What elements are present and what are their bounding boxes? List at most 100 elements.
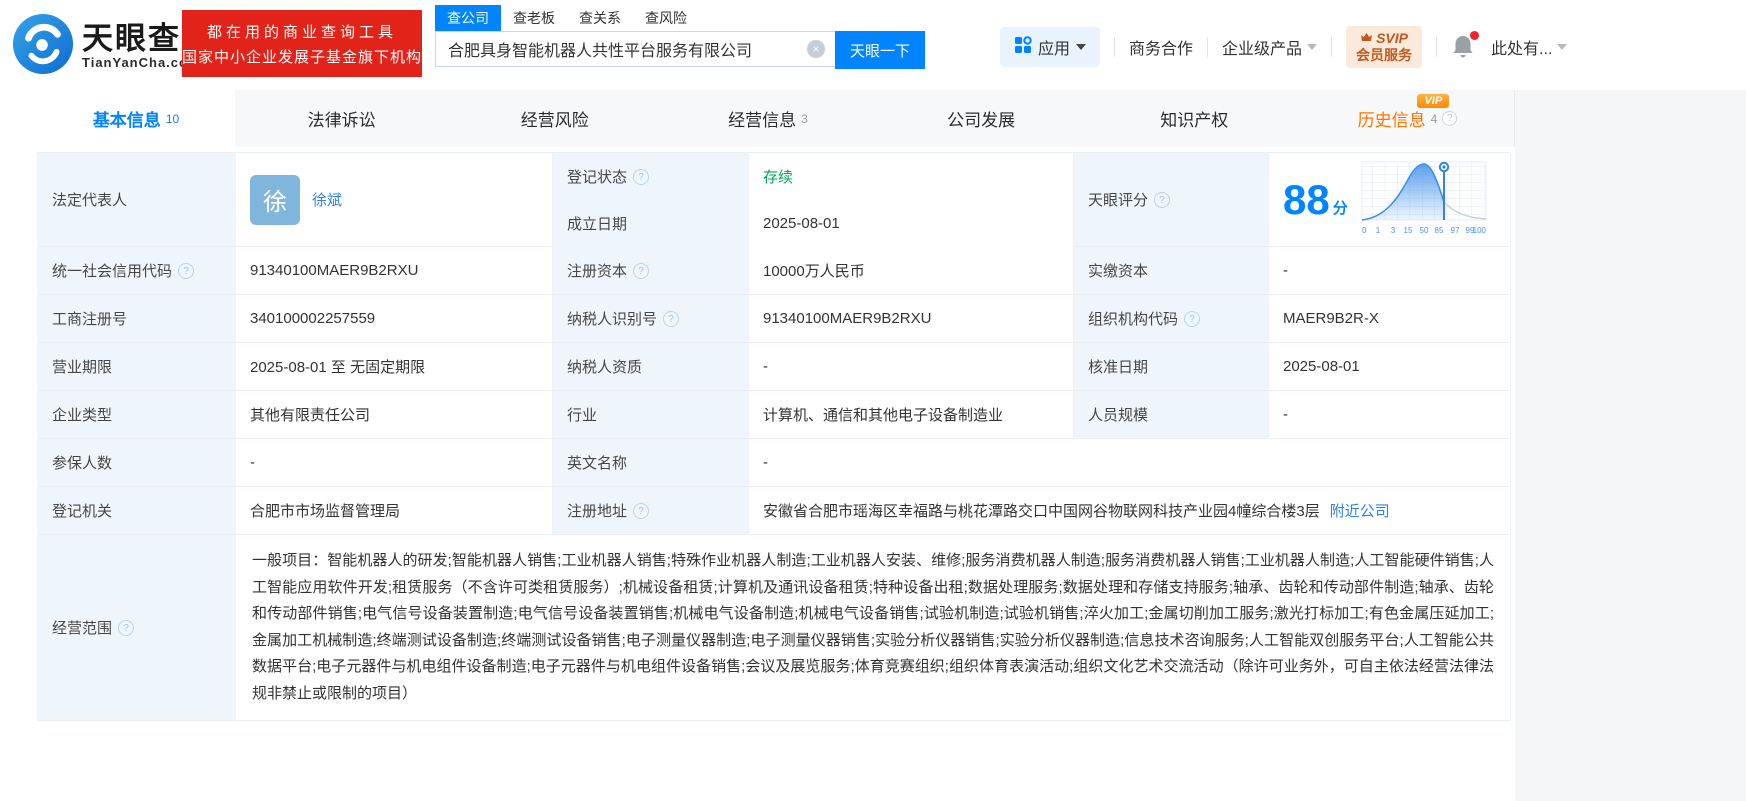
score-unit: 分 xyxy=(1333,197,1348,221)
nearby-companies-link[interactable]: 附近公司 xyxy=(1330,500,1390,521)
apps-grid-icon xyxy=(1014,36,1032,59)
value-text: 91340100MAER9B2RXU xyxy=(250,262,418,279)
help-icon[interactable]: ? xyxy=(663,311,679,327)
value-text: - xyxy=(250,454,255,471)
label-text: 注册地址 xyxy=(567,500,627,521)
help-icon[interactable]: ? xyxy=(1154,192,1170,208)
table-row: 工商注册号 340100002257559 纳税人识别号 ? 91340100M… xyxy=(38,295,1510,343)
label-industry: 行业 xyxy=(553,391,749,439)
top-header: 天眼查 TianYanCha.com 都在用的商业查询工具 国家中小企业发展子基… xyxy=(0,0,1746,90)
value-text: - xyxy=(1283,406,1288,423)
label-text: 参保人数 xyxy=(52,452,112,473)
help-icon[interactable]: ? xyxy=(178,263,194,279)
label-legal-representative: 法定代表人 xyxy=(38,153,236,247)
label-text: 企业类型 xyxy=(52,404,112,425)
label-text: 组织机构代码 xyxy=(1088,308,1178,329)
tab-label: 法律诉讼 xyxy=(308,106,376,131)
apps-menu[interactable]: 应用 xyxy=(1000,27,1100,67)
label-text: 经营范围 xyxy=(52,617,112,638)
help-icon[interactable]: ? xyxy=(633,169,649,185)
help-icon[interactable]: ? xyxy=(633,263,649,279)
tab-operation-info[interactable]: 经营信息 3 xyxy=(661,90,874,147)
tab-count: 4 xyxy=(1431,112,1438,126)
nav-account-menu[interactable]: 此处有... xyxy=(1491,35,1567,59)
nav-business-cooperation[interactable]: 商务合作 xyxy=(1129,35,1193,59)
label-english-name: 英文名称 xyxy=(553,439,749,487)
value-text: 91340100MAER9B2RXU xyxy=(763,310,931,327)
tab-label: 基本信息 xyxy=(93,106,161,131)
search-tabs: 查公司 查老板 查关系 查风险 xyxy=(435,7,925,31)
label-text: 登记状态 xyxy=(567,166,627,187)
tab-label: 历史信息 xyxy=(1358,106,1426,131)
tab-company-development[interactable]: 公司发展 xyxy=(875,90,1088,147)
search-tab-relation[interactable]: 查关系 xyxy=(567,5,633,31)
value-company-type: 其他有限责任公司 xyxy=(236,391,553,439)
tab-label: 知识产权 xyxy=(1160,106,1228,131)
value-tianyan-score[interactable]: 88 分 xyxy=(1269,153,1511,247)
address-text: 安徽省合肥市瑶海区幸福路与桃花潭路交口中国网谷物联网科技产业园4幢综合楼3层 xyxy=(763,500,1320,521)
label-registration-status: 登记状态 ? xyxy=(553,153,749,201)
value-text: MAER9B2R-X xyxy=(1283,310,1379,327)
divider xyxy=(1207,37,1208,57)
value-business-term: 2025-08-01 至 无固定期限 xyxy=(236,343,553,391)
value-text: 2025-08-01 至 无固定期限 xyxy=(250,356,425,377)
legal-representative-link[interactable]: 徐斌 xyxy=(312,189,342,210)
value-text: 340100002257559 xyxy=(250,310,375,327)
search-tab-company[interactable]: 查公司 xyxy=(435,5,501,31)
label-tianyan-score: 天眼评分 ? xyxy=(1074,153,1269,247)
tab-intellectual-property[interactable]: 知识产权 xyxy=(1088,90,1301,147)
vip-badge: VIP xyxy=(1417,94,1449,108)
help-icon[interactable]: ? xyxy=(118,620,134,636)
tab-legal-proceedings[interactable]: 法律诉讼 xyxy=(235,90,448,147)
label-insured-count: 参保人数 xyxy=(38,439,236,487)
label-credit-code: 统一社会信用代码 ? xyxy=(38,247,236,295)
help-icon[interactable]: ? xyxy=(1442,111,1457,126)
tab-basic-info[interactable]: 基本信息 10 xyxy=(37,90,235,147)
value-text: - xyxy=(763,454,768,471)
page-background-right xyxy=(1515,90,1746,801)
value-business-scope: 一般项目：智能机器人的研发;智能机器人销售;工业机器人销售;特殊作业机器人制造;… xyxy=(236,535,1511,721)
enterprise-label: 企业级产品 xyxy=(1222,35,1302,59)
tianyancha-logo[interactable]: 天眼查 TianYanCha.com xyxy=(12,13,201,80)
label-staff-size: 人员规模 xyxy=(1074,391,1269,439)
promo-line1: 都在用的商业查询工具 xyxy=(207,21,397,42)
value-taxpayer-id: 91340100MAER9B2RXU xyxy=(749,295,1074,343)
value-insured-count: - xyxy=(236,439,553,487)
status-badge: 存续 xyxy=(763,166,793,187)
crown-icon xyxy=(1360,30,1373,47)
label-business-term: 营业期限 xyxy=(38,343,236,391)
tabbar-left-pad xyxy=(0,90,37,147)
svg-text:85: 85 xyxy=(1434,226,1443,235)
value-text: 2025-08-01 xyxy=(1283,358,1360,375)
tab-history-info[interactable]: VIP 历史信息 4 ? xyxy=(1301,90,1514,147)
value-registration-status: 存续 xyxy=(749,153,1074,201)
label-organization-code: 组织机构代码 ? xyxy=(1074,295,1269,343)
svg-text:0: 0 xyxy=(1362,226,1367,235)
svg-text:3: 3 xyxy=(1391,226,1396,235)
value-text: 合肥市市场监督管理局 xyxy=(250,500,400,521)
table-row: 法定代表人 徐 徐斌 登记状态 ? 存续 天眼评分 ? 88 分 xyxy=(38,153,1510,247)
nav-enterprise-products[interactable]: 企业级产品 xyxy=(1222,35,1317,59)
logo-swirl-icon xyxy=(12,13,74,80)
label-text: 工商注册号 xyxy=(52,308,127,329)
label-registration-number: 工商注册号 xyxy=(38,295,236,343)
search-button[interactable]: 天眼一下 xyxy=(835,31,925,69)
value-paid-capital: - xyxy=(1269,247,1511,295)
business-scope-text: 一般项目：智能机器人的研发;智能机器人销售;工业机器人销售;特殊作业机器人制造;… xyxy=(252,548,1494,707)
clear-search-icon[interactable]: × xyxy=(807,40,825,58)
promo-banner: 都在用的商业查询工具 国家中小企业发展子基金旗下机构 xyxy=(182,10,422,77)
value-taxpayer-qualification: - xyxy=(749,343,1074,391)
tab-label: 经营信息 xyxy=(728,106,796,131)
search-tab-boss[interactable]: 查老板 xyxy=(501,5,567,31)
help-icon[interactable]: ? xyxy=(633,503,649,519)
avatar[interactable]: 徐 xyxy=(250,175,300,225)
help-icon[interactable]: ? xyxy=(1184,311,1200,327)
search-tab-risk[interactable]: 查风险 xyxy=(633,5,699,31)
svg-text:1: 1 xyxy=(1376,226,1381,235)
notification-bell-icon[interactable] xyxy=(1451,34,1477,60)
label-text: 统一社会信用代码 xyxy=(52,260,172,281)
tab-operation-risk[interactable]: 经营风险 xyxy=(448,90,661,147)
svip-member-badge[interactable]: SVIP 会员服务 xyxy=(1346,26,1422,68)
score-value: 88 xyxy=(1283,179,1330,221)
search-input[interactable] xyxy=(435,31,835,67)
